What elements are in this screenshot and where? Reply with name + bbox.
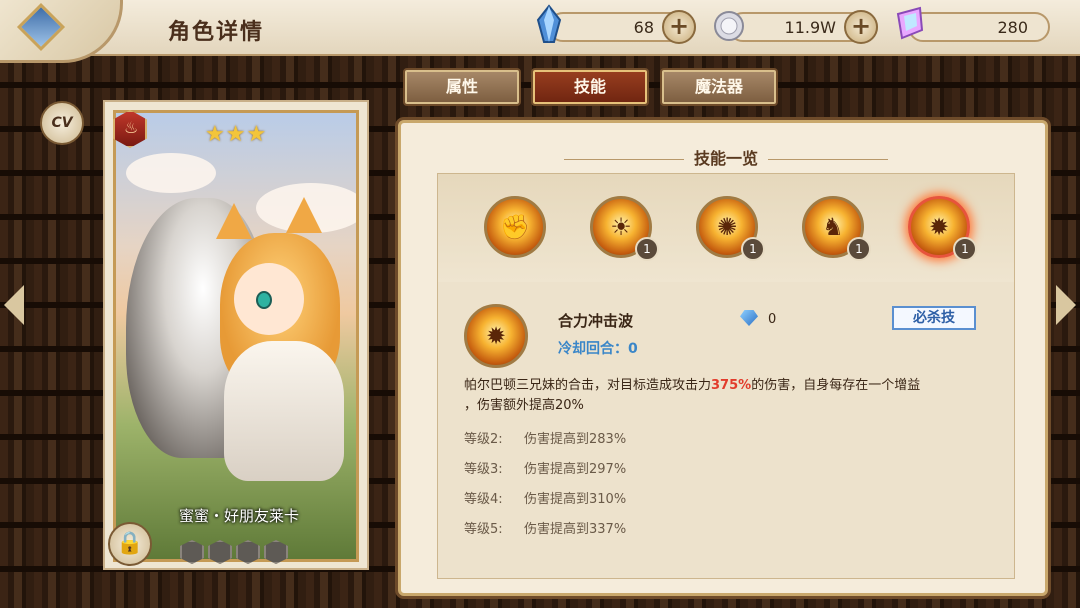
add-mana-crystal-button[interactable]: +: [662, 10, 696, 44]
skill-content: ✊ ☀ 1 ✺ 1 ♞ 1 ✹ 1 ✹ 合力冲击波 0 必杀技 冷却回合：0 帕…: [437, 173, 1015, 579]
blue-crystal-icon: [536, 4, 562, 43]
desc-line2: ，伤害额外提高20%: [464, 398, 584, 413]
skill-slot-3[interactable]: ✺ 1: [696, 196, 765, 261]
character-art: 蜜蜜・好朋友莱卡: [113, 110, 359, 562]
skill-level-badge: 1: [847, 237, 871, 261]
resource-silver-coin: 11.9W +: [714, 10, 878, 44]
girl-robe: [224, 341, 344, 481]
level-upgrade-line: 等级5: 伤害提高到337%: [464, 522, 627, 537]
add-silver-coin-button[interactable]: +: [844, 10, 878, 44]
skill-name: 合力冲击波: [558, 312, 634, 330]
ultimate-tag: 必杀技: [892, 306, 976, 330]
level-upgrade-line: 等级3: 伤害提高到297%: [464, 462, 627, 477]
back-emblem-icon: [16, 2, 66, 52]
mana-crystal-value: 68: [633, 18, 654, 37]
character-name: 蜜蜜・好朋友莱卡: [178, 507, 299, 525]
rainbow-gem-value: 280: [997, 18, 1028, 37]
cv-voice-button[interactable]: CV: [40, 101, 84, 145]
character-card: 蜜蜜・好朋友莱卡 ♨ ★★★: [103, 100, 369, 570]
silver-coin-icon: [714, 11, 744, 41]
skill-level-badge: 1: [741, 237, 765, 261]
page-title: 角色详情: [168, 20, 265, 45]
skill-slot-1[interactable]: ✊: [484, 196, 546, 258]
skill-list: ✊ ☀ 1 ✺ 1 ♞ 1 ✹ 1: [438, 174, 1014, 282]
resource-mana-crystal: 68 +: [536, 4, 696, 44]
tab-skills[interactable]: 技能: [531, 68, 649, 106]
cooldown-text: 冷却回合：0: [558, 341, 638, 357]
skill-level-badge: 1: [635, 237, 659, 261]
shockwave-icon: ✹: [485, 322, 507, 350]
level-upgrade-line: 等级4: 伤害提高到310%: [464, 492, 627, 507]
desc-part2: 的伤害，自身每存在一个增益: [751, 378, 921, 393]
panel-title: 技能一览: [401, 145, 1051, 169]
lock-icon[interactable]: 🔒: [108, 522, 152, 566]
cloud: [126, 153, 216, 193]
cat-ear: [216, 203, 252, 239]
skill-slot-4[interactable]: ♞ 1: [802, 196, 871, 261]
skill-level-badge: 1: [953, 237, 977, 261]
silver-coin-value: 11.9W: [784, 18, 836, 37]
tab-magic-device[interactable]: 魔法器: [660, 68, 778, 106]
tab-attributes[interactable]: 属性: [403, 68, 521, 106]
level-upgrade-line: 等级2: 伤害提高到283%: [464, 432, 627, 447]
cat-ear: [286, 197, 322, 233]
skill-panel: 技能一览 ✊ ☀ 1 ✺ 1 ♞ 1 ✹ 1 ✹ 合力冲击波 0 必杀技 冷却回…: [398, 120, 1048, 596]
star-rating: ★★★: [205, 122, 268, 147]
girl-eye: [256, 291, 272, 309]
skill-slot-5[interactable]: ✹ 1: [908, 196, 977, 261]
selected-skill-icon: ✹: [464, 304, 528, 368]
skill-description: 帕尔巴顿三兄妹的合击，对目标造成攻击力375%的伤害，自身每存在一个增益 ，伤害…: [464, 376, 994, 416]
desc-highlight: 375%: [711, 378, 752, 393]
fist-strike-icon: ✊: [500, 213, 530, 241]
resource-rainbow-gem: 280: [896, 6, 1050, 42]
rainbow-gem-icon: [896, 6, 924, 40]
desc-part1: 帕尔巴顿三兄妹的合击，对目标造成攻击力: [464, 378, 712, 393]
skill-cost: 0: [768, 312, 777, 327]
cost-gem-icon: [740, 310, 758, 326]
skill-slot-2[interactable]: ☀ 1: [590, 196, 659, 261]
